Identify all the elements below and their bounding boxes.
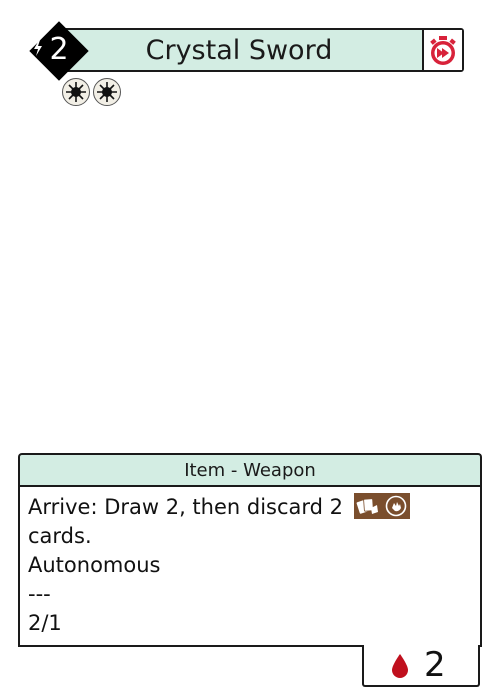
blood-cost-value: 2 xyxy=(424,645,446,685)
card-cost: 2 xyxy=(49,32,69,67)
blood-cost-box: 2 xyxy=(362,645,480,687)
rules-line: cards. xyxy=(28,524,92,548)
card-title-bar: Crystal Sword xyxy=(54,28,464,72)
cards-icon xyxy=(356,498,379,514)
rules-line-text: Arrive: Draw 2, then discard 2 xyxy=(28,495,344,519)
fast-stopwatch-icon xyxy=(430,36,456,65)
rules-line: --- xyxy=(28,582,51,606)
draw-discard-icons xyxy=(353,493,410,519)
trait-icons xyxy=(62,78,121,106)
hand-icon xyxy=(385,495,407,517)
sun-icon xyxy=(62,78,90,106)
rules-line: 2/1 xyxy=(28,611,62,635)
card-name: Crystal Sword xyxy=(145,34,333,66)
speed-indicator xyxy=(422,30,462,70)
blood-drop-icon xyxy=(392,654,408,678)
lightning-bolt-icon xyxy=(34,40,42,56)
rules-line: Arrive: Draw 2, then discard 2 xyxy=(28,493,472,522)
rules-text-box: Arrive: Draw 2, then discard 2 cards. Au… xyxy=(18,485,482,647)
type-line: Item - Weapon xyxy=(18,453,482,485)
rules-line: Autonomous xyxy=(28,553,161,577)
sun-icon xyxy=(93,78,121,106)
